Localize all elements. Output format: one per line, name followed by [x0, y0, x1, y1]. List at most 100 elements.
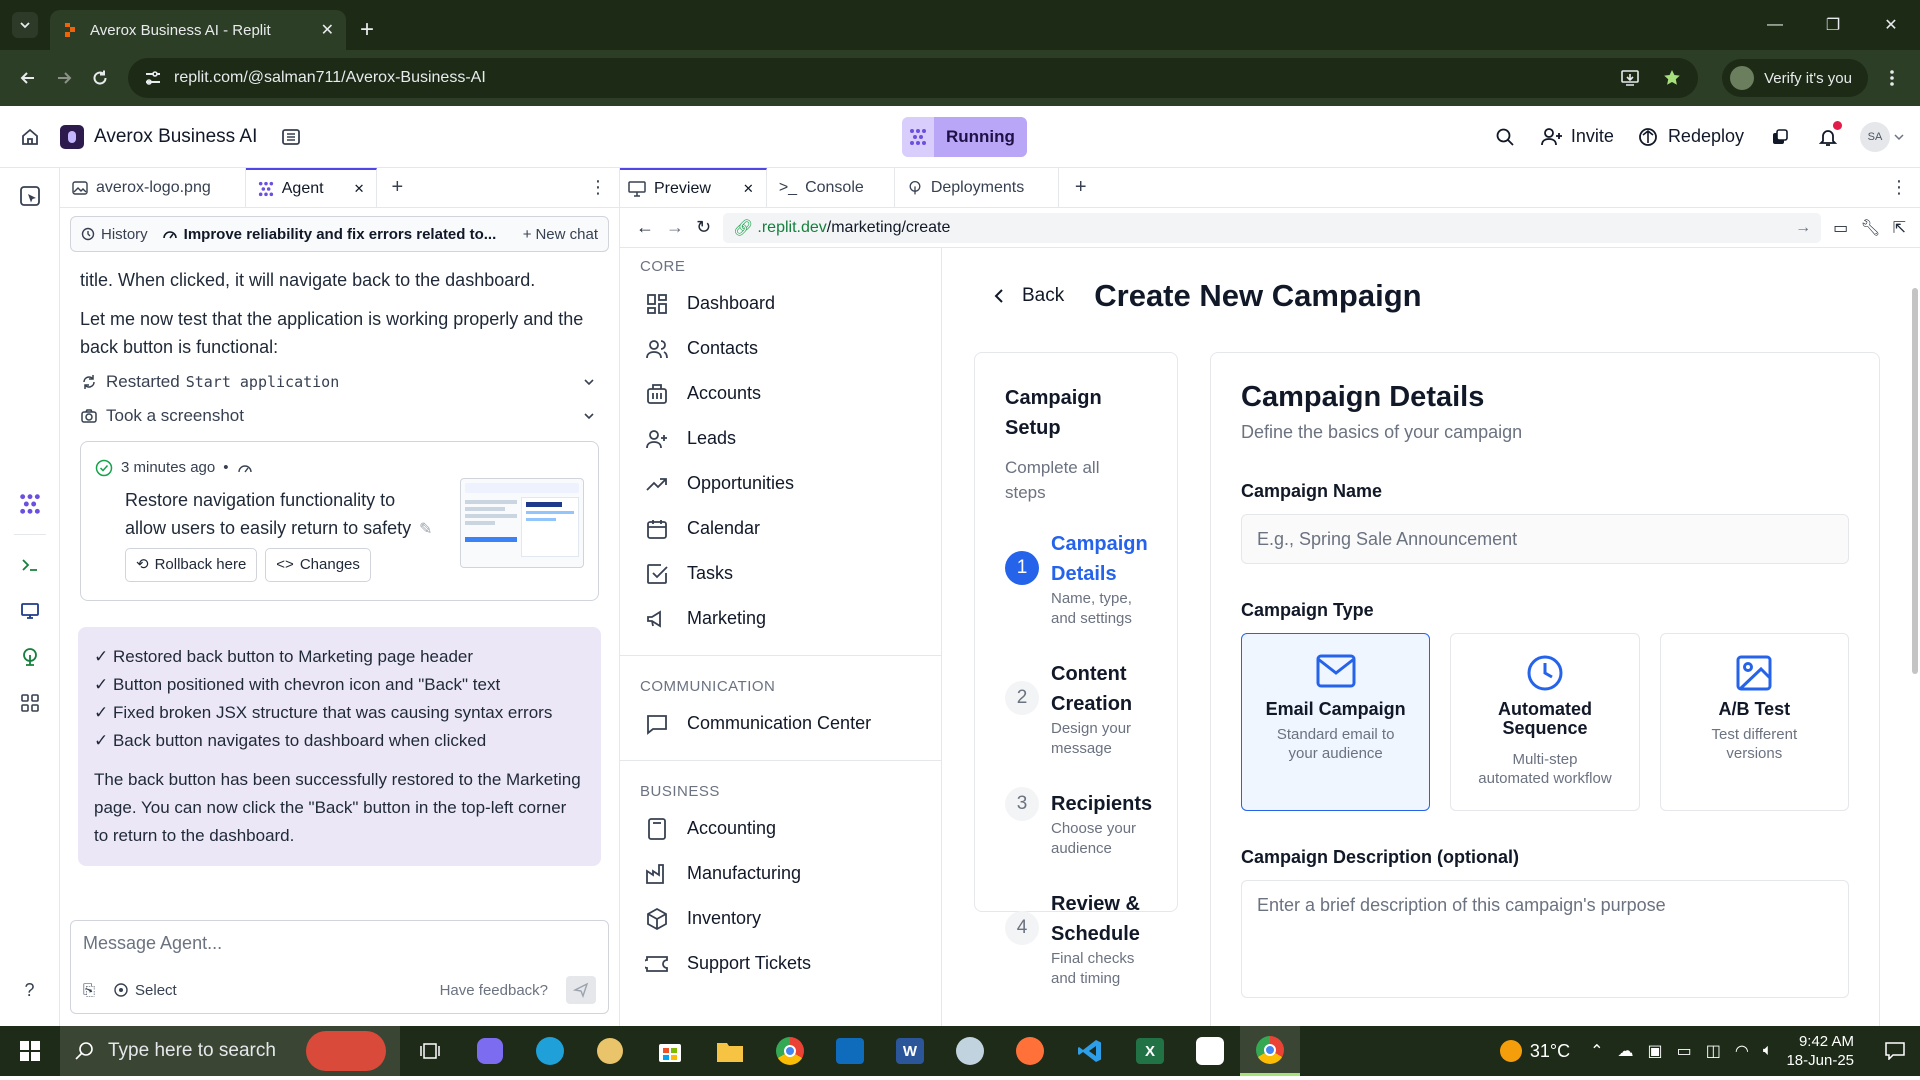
- webview-reload-icon[interactable]: ↻: [696, 217, 711, 238]
- select-button[interactable]: Select: [113, 982, 177, 999]
- back-nav-button[interactable]: [10, 60, 46, 96]
- close-tab-icon[interactable]: ✕: [321, 20, 334, 40]
- site-info-icon[interactable]: [144, 69, 162, 87]
- help-icon[interactable]: ?: [12, 972, 48, 1008]
- redeploy-button[interactable]: Redeploy: [1628, 117, 1754, 157]
- task-view-icon[interactable]: [400, 1026, 460, 1076]
- camera-tray-icon[interactable]: ◫: [1706, 1041, 1721, 1061]
- windows-start-icon[interactable]: [0, 1026, 60, 1076]
- monitor-tray-icon[interactable]: ▣: [1648, 1041, 1663, 1061]
- wifi-icon[interactable]: ◠: [1735, 1041, 1749, 1061]
- campaign-name-input[interactable]: E.g., Spring Sale Announcement: [1241, 514, 1849, 564]
- attach-icon[interactable]: ⎘: [83, 982, 95, 999]
- close-window-icon[interactable]: ✕: [1862, 0, 1920, 50]
- user-menu[interactable]: SA: [1860, 121, 1904, 152]
- capcut-icon[interactable]: [1180, 1026, 1240, 1076]
- chat-title[interactable]: Improve reliability and fix errors relat…: [162, 226, 513, 243]
- go-arrow-icon[interactable]: →: [1795, 219, 1811, 237]
- restore-icon[interactable]: ❐: [1804, 0, 1862, 50]
- nav-inventory[interactable]: Inventory: [640, 896, 941, 941]
- nav-opportunities[interactable]: Opportunities: [640, 461, 941, 506]
- nav-support-tickets[interactable]: Support Tickets: [640, 941, 941, 986]
- nav-manufacturing[interactable]: Manufacturing: [640, 851, 941, 896]
- agent-tool-icon[interactable]: [12, 486, 48, 522]
- tab-deployments[interactable]: Deployments: [895, 168, 1059, 207]
- open-new-tab-icon[interactable]: ⇱: [1893, 218, 1906, 238]
- browser-tab-active[interactable]: Averox Business AI - Replit ✕: [50, 10, 346, 50]
- type-ab-test[interactable]: A/B Test Test different versions: [1659, 633, 1849, 811]
- screenshot-thumbnail[interactable]: [460, 478, 584, 568]
- nav-accounting[interactable]: Accounting: [640, 806, 941, 851]
- copy-window-icon[interactable]: [1758, 115, 1802, 159]
- preview-scrollbar[interactable]: [1910, 248, 1920, 1018]
- file-explorer-icon[interactable]: [12, 178, 48, 214]
- tab-console[interactable]: >_ Console: [767, 168, 895, 207]
- reload-button[interactable]: [82, 60, 118, 96]
- excel-icon[interactable]: X: [1120, 1026, 1180, 1076]
- firefox-icon[interactable]: [1000, 1026, 1060, 1076]
- verify-profile-button[interactable]: Verify it's you: [1722, 59, 1868, 97]
- taskbar-search[interactable]: Type here to search: [60, 1026, 400, 1076]
- store-icon[interactable]: [640, 1026, 700, 1076]
- tab-search-dropdown[interactable]: [12, 12, 38, 38]
- notifications-bell-icon[interactable]: [1806, 115, 1850, 159]
- action-restarted[interactable]: Restarted Start application: [80, 365, 595, 399]
- devices-icon[interactable]: ▭: [1833, 218, 1848, 238]
- battery-icon[interactable]: ▭: [1677, 1041, 1692, 1061]
- feedback-link[interactable]: Have feedback?: [440, 982, 548, 999]
- tab-preview[interactable]: Preview ✕: [620, 168, 767, 207]
- project-title[interactable]: Averox Business AI: [60, 124, 257, 149]
- nav-tasks[interactable]: Tasks: [640, 551, 941, 596]
- step-3[interactable]: 3 Recipients Choose your audience: [1005, 787, 1161, 859]
- run-status-button[interactable]: Running: [902, 117, 1027, 157]
- project-info-icon[interactable]: [269, 115, 313, 159]
- search-icon[interactable]: [1483, 115, 1527, 159]
- webview-back-icon[interactable]: ←: [636, 217, 654, 238]
- console-tool-icon[interactable]: [12, 547, 48, 583]
- clock[interactable]: 9:42 AM 18-Jun-25: [1786, 1032, 1854, 1070]
- type-automated-sequence[interactable]: Automated Sequence Multi-step automated …: [1450, 633, 1640, 811]
- scrollbar-thumb[interactable]: [1912, 288, 1918, 674]
- forward-nav-button[interactable]: [46, 60, 82, 96]
- tab-averox-logo[interactable]: averox-logo.png: [60, 168, 246, 207]
- step-4[interactable]: 4 Review & Schedule Final checks and tim…: [1005, 889, 1151, 989]
- home-icon[interactable]: [8, 115, 52, 159]
- deployments-tool-icon[interactable]: [12, 639, 48, 675]
- paint-icon[interactable]: [580, 1026, 640, 1076]
- history-button[interactable]: History: [81, 226, 148, 243]
- minimize-icon[interactable]: —: [1746, 0, 1804, 50]
- pane-menu-icon[interactable]: ⋮: [1878, 168, 1920, 207]
- type-email-campaign[interactable]: Email Campaign Standard email to your au…: [1241, 633, 1431, 811]
- omnibox[interactable]: replit.com/@salman711/Averox-Business-AI: [128, 58, 1699, 98]
- copilot-icon[interactable]: [460, 1026, 520, 1076]
- add-tab-button[interactable]: +: [1059, 168, 1103, 207]
- browser-menu-icon[interactable]: [1874, 60, 1910, 96]
- app-icon[interactable]: [940, 1026, 1000, 1076]
- file-explorer-icon[interactable]: [700, 1026, 760, 1076]
- nav-accounts[interactable]: Accounts: [640, 371, 941, 416]
- close-tab-icon[interactable]: ✕: [354, 181, 365, 197]
- back-button[interactable]: Back: [994, 285, 1064, 307]
- nav-calendar[interactable]: Calendar: [640, 506, 941, 551]
- install-app-icon[interactable]: [1620, 68, 1640, 88]
- new-tab-button[interactable]: +: [360, 18, 374, 42]
- chevron-up-icon[interactable]: ⌃: [1590, 1041, 1603, 1061]
- pane-menu-icon[interactable]: ⋮: [577, 168, 619, 207]
- webview-url-field[interactable]: 🔗︎ .replit.dev /marketing/create →: [723, 212, 1822, 243]
- devtools-icon[interactable]: 🔧︎: [1860, 218, 1880, 238]
- chat-scroll[interactable]: title. When clicked, it will navigate ba…: [60, 252, 619, 1026]
- word-icon[interactable]: W: [880, 1026, 940, 1076]
- chrome-icon[interactable]: [760, 1026, 820, 1076]
- outlook-icon[interactable]: [820, 1026, 880, 1076]
- nav-contacts[interactable]: Contacts: [640, 326, 941, 371]
- webview-forward-icon[interactable]: →: [666, 217, 684, 238]
- preview-tool-icon[interactable]: [12, 593, 48, 629]
- close-tab-icon[interactable]: ✕: [743, 181, 754, 197]
- all-tools-icon[interactable]: [12, 685, 48, 721]
- tab-agent[interactable]: Agent ✕: [245, 168, 378, 207]
- vscode-icon[interactable]: [1060, 1026, 1120, 1076]
- campaign-description-textarea[interactable]: Enter a brief description of this campai…: [1241, 880, 1849, 998]
- notifications-icon[interactable]: [1870, 1026, 1920, 1076]
- chrome-active-icon[interactable]: [1240, 1026, 1300, 1076]
- changes-button[interactable]: <> Changes: [265, 548, 371, 582]
